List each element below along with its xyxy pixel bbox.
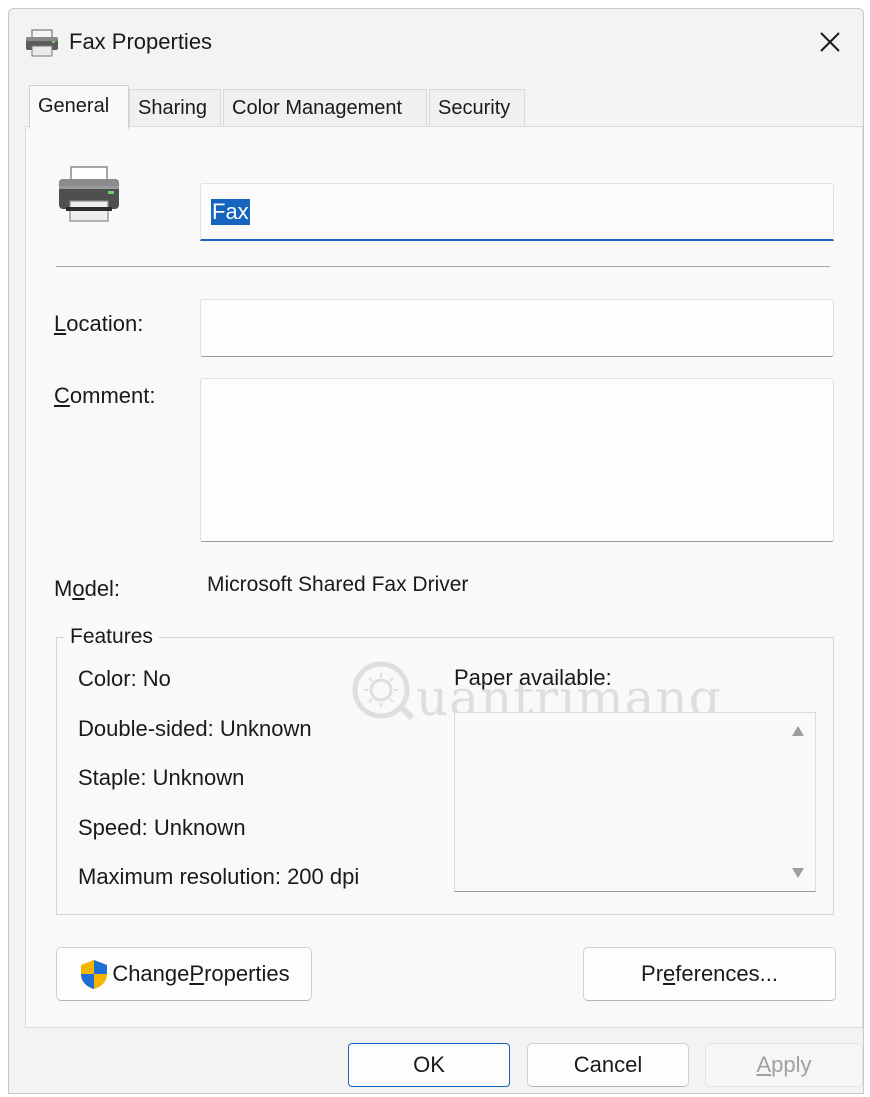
feature-max-resolution: Maximum resolution: 200 dpi (78, 864, 360, 889)
shield-icon (81, 960, 108, 989)
separator (56, 266, 830, 267)
properties-dialog: Fax Properties General Sharing Color Man… (8, 8, 864, 1094)
model-value: Microsoft Shared Fax Driver (207, 573, 469, 596)
scroll-up-arrow-icon[interactable] (791, 725, 805, 737)
scroll-down-arrow-icon[interactable] (791, 867, 805, 879)
close-button[interactable] (797, 9, 863, 75)
paper-available-label: Paper available: (454, 665, 612, 690)
tab-general[interactable]: General (29, 85, 129, 129)
apply-button[interactable]: Apply (705, 1043, 863, 1087)
printer-icon (59, 166, 119, 222)
model-label: Model: (54, 576, 121, 601)
close-icon (820, 32, 840, 52)
tab-sharing[interactable]: Sharing (129, 89, 221, 127)
ok-button[interactable]: OK (348, 1043, 510, 1087)
tab-panel-general: Fax Location: Comment: Model: Microsoft … (25, 126, 863, 1028)
tab-security[interactable]: Security (429, 89, 525, 127)
feature-color: Color: No (78, 666, 171, 691)
comment-field[interactable] (200, 378, 834, 542)
feature-staple: Staple: Unknown (78, 765, 245, 790)
comment-label: Comment: (54, 383, 156, 408)
features-legend: Features (64, 625, 159, 649)
printer-name-input[interactable]: Fax (200, 183, 834, 241)
feature-speed: Speed: Unknown (78, 815, 246, 840)
printer-icon (26, 29, 58, 57)
feature-double-sided: Double-sided: Unknown (78, 716, 312, 741)
preferences-button[interactable]: Pr e ferences... (583, 947, 836, 1001)
location-field[interactable] (200, 299, 834, 357)
location-label: Location: (54, 311, 144, 336)
title-bar: Fax Properties (9, 9, 863, 75)
printer-name-text: Fax (211, 198, 250, 225)
paper-available-list[interactable] (454, 712, 816, 892)
tab-color-management[interactable]: Color Management (223, 89, 427, 127)
cancel-button[interactable]: Cancel (527, 1043, 689, 1087)
window-title: Fax Properties (69, 29, 213, 54)
change-properties-button[interactable]: Change Properties (56, 947, 312, 1001)
